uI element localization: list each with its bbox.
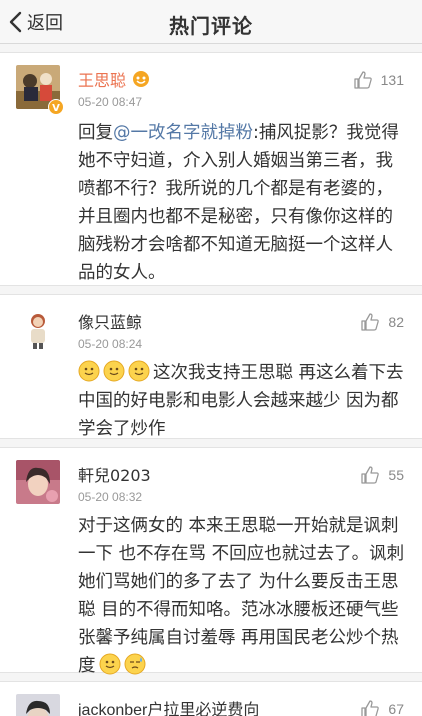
page-title: 热门评论 [169,14,253,38]
comment-text: 回复@一改名字就掉粉:捕风捉影？我觉得她不守妇道，介入别人婚姻当第三者，我喷都不… [78,119,408,287]
comment-author[interactable]: 王思聪 [78,67,150,91]
svg-text:V: V [52,103,60,114]
comment-text: 对于这俩女的 本来王思聪一开始就是讽刺一下 也不存在骂 不回应也就过去了。讽刺她… [78,512,408,680]
nav-bar: 返回 热门评论 [0,0,422,44]
like-button[interactable]: 82 [360,312,404,332]
like-count: 55 [388,467,404,483]
like-button[interactable]: 131 [353,70,404,90]
thumbs-up-icon [361,700,380,716]
comment-author[interactable]: jackonber户拉里必逆费向 [78,696,259,716]
comment-time: 05-20 08:32 [78,490,143,504]
smile-emoji-icon [103,360,125,382]
comment-card: V 王思聪 05-20 08:47 131 回复@一改名字就掉粉:捕风捉影？我觉… [0,52,422,286]
comment-body: 这次我支持王思聪 再这么着下去 中国的好电影和电影人会越来越少 因为都学会了炒作 [78,363,404,439]
avatar[interactable] [16,460,60,504]
vip-badge-icon [133,71,150,87]
avatar[interactable] [16,694,60,716]
comment-body: :捕风捉影？我觉得她不守妇道，介入别人婚姻当第三者，我喷都不行？我所说的几个都是… [78,123,399,283]
comment-card: jackonber户拉里必逆费向 67 [0,681,422,716]
comment-card: 軒兒0203 05-20 08:32 55 对于这俩女的 本来王思聪一开始就是讽… [0,447,422,676]
sweat-emoji-icon [124,653,145,675]
comment-body: 对于这俩女的 本来王思聪一开始就是讽刺一下 也不存在骂 不回应也就过去了。讽刺她… [78,516,405,676]
smile-emoji-icon [78,360,100,382]
smile-emoji-icon [128,360,150,382]
verified-badge-icon: V [48,99,64,115]
comment-card: 像只蓝鲸 05-20 08:24 82 这次我支持王思聪 再这么着下去 中国的好… [0,294,422,439]
avatar[interactable] [16,307,60,351]
reply-prefix: 回复 [78,123,113,143]
like-count: 67 [388,701,404,716]
comment-text: 这次我支持王思聪 再这么着下去 中国的好电影和电影人会越来越少 因为都学会了炒作 [78,359,408,443]
like-count: 82 [388,314,404,330]
thumbs-up-icon [361,466,380,484]
like-button[interactable]: 67 [360,699,404,716]
like-button[interactable]: 55 [360,465,404,485]
comment-author[interactable]: 軒兒0203 [78,462,151,486]
smile-emoji-icon [99,653,120,675]
comment-list: V 王思聪 05-20 08:47 131 回复@一改名字就掉粉:捕风捉影？我觉… [0,52,422,716]
comment-time: 05-20 08:47 [78,95,143,109]
like-count: 131 [380,72,404,88]
thumbs-up-icon [361,313,380,331]
comment-time: 05-20 08:24 [78,337,143,351]
mention-link[interactable]: @一改名字就掉粉 [113,123,253,143]
comment-author[interactable]: 像只蓝鲸 [78,309,142,333]
thumbs-up-icon [353,71,372,89]
